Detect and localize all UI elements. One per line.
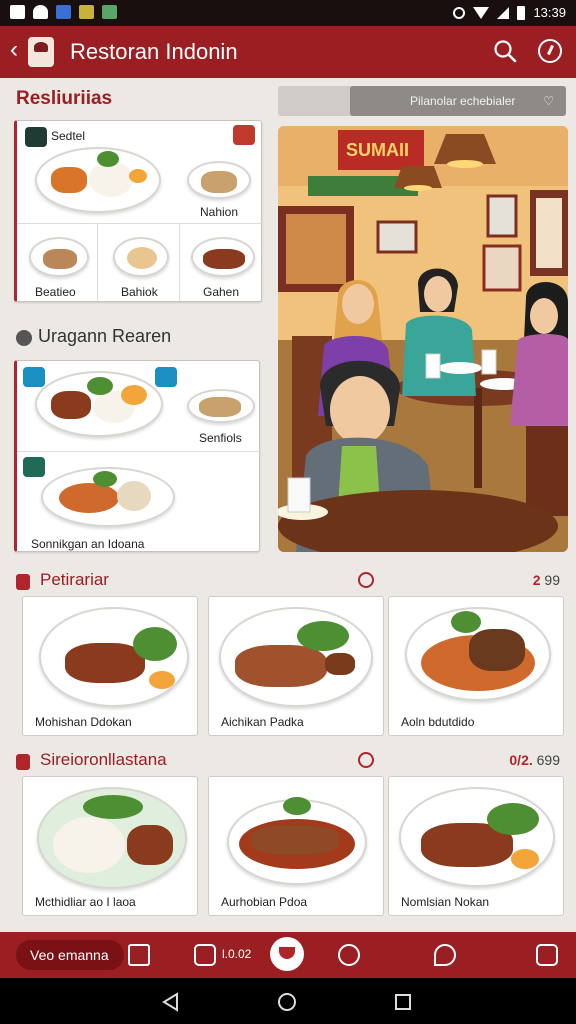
tag-badge-icon	[233, 125, 255, 145]
notification-icons	[10, 5, 117, 19]
featured-card[interactable]: Sedtel Nahion Beatieo Bahiok Gahen	[14, 120, 262, 302]
dish-card[interactable]: Nomlsian Nokan	[388, 776, 564, 916]
compass-icon[interactable]	[538, 39, 562, 63]
dot-icon	[16, 330, 32, 346]
tag-icon	[16, 754, 30, 770]
app-notification-icon	[10, 5, 25, 19]
dish-plate	[219, 607, 373, 707]
alarm-icon	[453, 6, 466, 19]
dish-thumb-plate	[191, 237, 255, 277]
count-prefix: 2	[532, 572, 541, 588]
dish-caption: Aichikan Padka	[221, 715, 304, 729]
tag-icon	[16, 574, 30, 590]
filter-label[interactable]: Pilanolar echebialer ♡	[350, 86, 566, 116]
section-row-sireioron: Sireioronllastana 0/2. 699	[16, 750, 566, 776]
dish-card[interactable]: Mcthidliar ao I laoa	[22, 776, 198, 916]
location-icon[interactable]	[434, 944, 456, 966]
card-label: Sedtel	[51, 129, 86, 143]
side-dish-plate	[187, 161, 251, 199]
info-circle-icon[interactable]	[358, 572, 374, 588]
receipt-icon[interactable]	[194, 944, 216, 966]
dish-label: Gahen	[203, 285, 240, 299]
count-value: 699	[536, 752, 560, 768]
system-navigation-bar	[0, 978, 576, 1024]
dish-caption: Aoln bdutdido	[401, 715, 475, 729]
cart-icon[interactable]	[128, 944, 150, 966]
menu-card[interactable]: Senfiols Sonnikgan an Idoana	[14, 360, 260, 552]
filter-bar[interactable]: Pilanolar echebialer ♡	[278, 86, 566, 116]
dish-card[interactable]: Aoln bdutdido	[388, 596, 564, 736]
app-notification-icon	[102, 5, 117, 19]
smiley-icon[interactable]	[338, 944, 360, 966]
dish-card[interactable]: Aichikan Padka	[208, 596, 384, 736]
battery-icon	[517, 5, 526, 20]
dish-label: Sonnikgan an Idoana	[31, 537, 145, 551]
status-bar: 13:39	[0, 0, 576, 26]
section-title-sireioron: Sireioronllastana	[40, 750, 167, 769]
dish-caption: Nomlsian Nokan	[401, 895, 490, 909]
dish-label: Bahiok	[121, 285, 158, 299]
section-title-petirariar: Petirariar	[40, 570, 109, 589]
dish-plate	[399, 787, 555, 887]
dish-card[interactable]: Mohishan Ddokan	[22, 596, 198, 736]
count-value: 99	[544, 572, 560, 588]
dish-caption: Aurhobian Pdoa	[221, 895, 308, 909]
section-row-petirariar: Petirariar 2 99	[16, 570, 566, 596]
dish-caption: Mohishan Ddokan	[35, 715, 132, 729]
app-notification-icon	[56, 5, 71, 19]
home-circle-icon[interactable]	[276, 991, 298, 1013]
signal-icon	[497, 6, 510, 19]
restaurant-illustration: SUMAII	[278, 126, 568, 552]
clock-text: 13:39	[533, 5, 566, 20]
dish-label: Nahion	[200, 205, 239, 219]
app-title: Restoran Indonin	[70, 39, 238, 64]
back-arrow-icon[interactable]: ‹	[10, 38, 18, 62]
noodle-plate	[41, 467, 175, 527]
app-notification-icon	[33, 5, 48, 19]
leaf-badge-icon	[23, 367, 45, 387]
leaf-badge-icon	[25, 127, 47, 147]
item-count: 2 99	[533, 572, 560, 588]
dish-label: Beatieo	[35, 285, 76, 299]
app-bar: ‹ Restoran Indonin	[0, 26, 576, 78]
dish-plate	[37, 787, 187, 889]
wifi-icon	[473, 6, 490, 19]
back-triangle-icon[interactable]	[160, 991, 182, 1013]
bottom-navigation: Veo emanna l.0.02	[0, 932, 576, 978]
dish-thumb-plate	[113, 237, 169, 277]
dish-bowl	[227, 797, 367, 885]
app-notification-icon	[79, 5, 94, 19]
restaurant-logo	[28, 37, 54, 67]
dish-thumb-plate	[29, 237, 89, 277]
dish-bowl	[405, 607, 551, 701]
restaurant-sign: SUMAII	[346, 140, 409, 160]
dish-card[interactable]: Aurhobian Pdoa	[208, 776, 384, 916]
nav-text: l.0.02	[222, 947, 252, 961]
section-title-uragann: Uragann Rearen	[38, 326, 172, 346]
chat-icon[interactable]	[536, 944, 558, 966]
dish-plate	[39, 607, 189, 707]
side-dish-plate	[187, 389, 255, 423]
home-icon[interactable]	[270, 937, 304, 971]
dish-caption: Mcthidliar ao I laoa	[35, 895, 136, 909]
section-title-resliuriias: Resliuriias	[16, 88, 113, 109]
reservation-button[interactable]: Veo emanna	[16, 940, 124, 970]
heart-icon: ♡	[543, 94, 554, 108]
main-dish-plate	[35, 147, 161, 213]
count-prefix: 0/2.	[509, 752, 533, 768]
dish-label: Senfiols	[199, 431, 242, 445]
info-circle-icon[interactable]	[358, 752, 374, 768]
main-dish-plate	[35, 371, 163, 437]
recents-square-icon[interactable]	[392, 991, 414, 1013]
tag-badge-icon	[155, 367, 177, 387]
leaf-badge-icon	[23, 457, 45, 477]
search-icon[interactable]	[492, 38, 518, 64]
item-count: 0/2. 699	[509, 752, 560, 768]
